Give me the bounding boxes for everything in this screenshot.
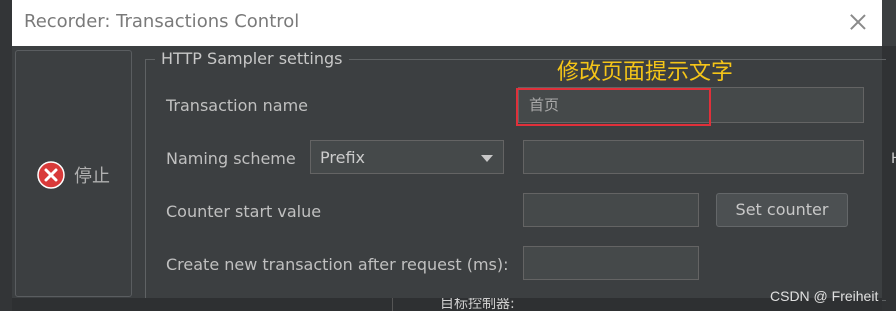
naming-scheme-label: Naming scheme — [166, 149, 296, 168]
group-title: HTTP Sampler settings — [155, 49, 349, 68]
create-new-transaction-input[interactable] — [523, 246, 699, 280]
watermark: CSDN @ Freiheit — [770, 288, 879, 304]
naming-scheme-select[interactable]: Prefix — [310, 140, 504, 174]
chevron-down-icon — [481, 155, 493, 162]
background-text: H — [891, 151, 896, 167]
highlight-box — [516, 88, 711, 126]
close-icon[interactable] — [846, 10, 870, 34]
background-bottom-text: 目标控制器: — [440, 298, 515, 311]
create-new-transaction-label: Create new transaction after request (ms… — [166, 255, 509, 274]
background-bottom-strip: 目标控制器: — [12, 298, 882, 311]
background-divider — [392, 298, 393, 311]
set-counter-button[interactable]: Set counter — [716, 193, 848, 227]
title-bar: Recorder: Transactions Control — [12, 0, 882, 46]
naming-scheme-text-field[interactable] — [523, 140, 864, 174]
window-title: Recorder: Transactions Control — [24, 11, 300, 32]
counter-start-label: Counter start value — [166, 202, 322, 221]
annotation-text: 修改页面提示文字 — [557, 60, 734, 85]
counter-start-input[interactable] — [523, 193, 699, 227]
transaction-name-label: Transaction name — [166, 96, 308, 115]
stop-button-label: 停止 — [74, 166, 110, 187]
stop-button[interactable]: 停止 — [15, 50, 132, 297]
naming-scheme-value: Prefix — [320, 148, 365, 167]
stop-icon — [37, 161, 65, 189]
background-left-edge — [0, 0, 12, 311]
